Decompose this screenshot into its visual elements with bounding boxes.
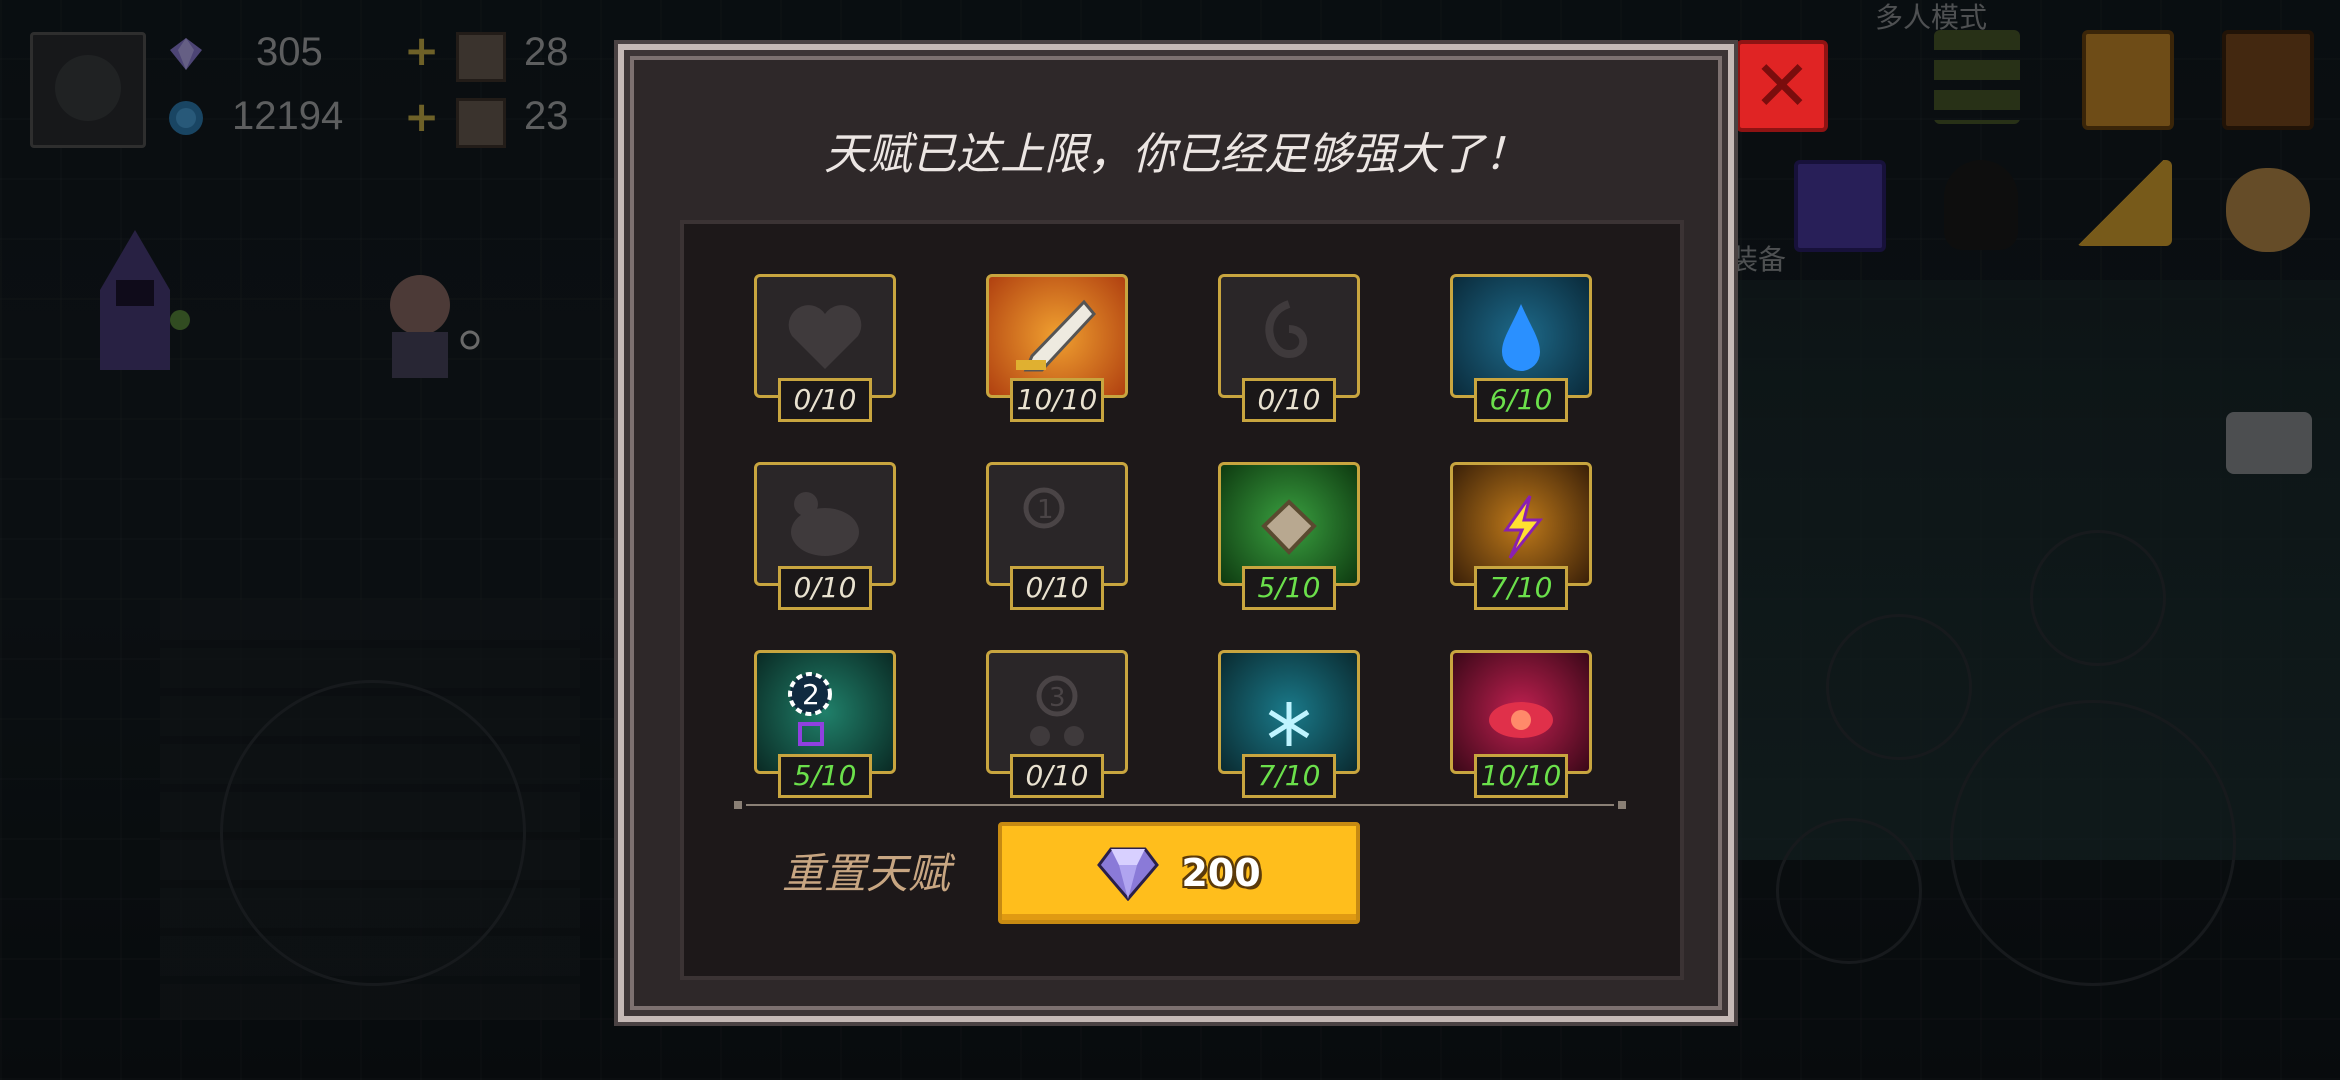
talent-tile[interactable]: 3 0/10 — [986, 650, 1128, 798]
talent-tile[interactable]: 10/10 — [1450, 650, 1592, 798]
talent-level: 0/10 — [1010, 566, 1104, 610]
talent-level: 7/10 — [1474, 566, 1568, 610]
talent-tile[interactable]: 7/10 — [1450, 462, 1592, 610]
talent-level: 0/10 — [778, 566, 872, 610]
talent-dialog: 天赋已达上限，你已经足够强大了！ 0/10 10/10 0/10 6/10 0/10 1 0… — [618, 44, 1734, 1022]
talent-panel: 0/10 10/10 0/10 6/10 0/10 1 0/10 5/10 7/10 2 5/10 3… — [680, 220, 1684, 980]
talent-tile[interactable]: 2 5/10 — [754, 650, 896, 798]
dialog-title: 天赋已达上限，你已经足够强大了！ — [824, 129, 1528, 180]
talent-tile[interactable]: 0/10 — [754, 462, 896, 610]
talent-level: 0/10 — [1242, 378, 1336, 422]
reset-label: 重置天赋 — [782, 849, 951, 898]
talent-level: 0/10 — [778, 378, 872, 422]
talent-level: 10/10 — [1010, 378, 1104, 422]
talent-level: 7/10 — [1242, 754, 1336, 798]
talent-tile[interactable]: 0/10 — [754, 274, 896, 422]
svg-text:3: 3 — [1049, 683, 1066, 713]
reset-cost: 200 — [1181, 851, 1261, 895]
talent-tile[interactable]: 1 0/10 — [986, 462, 1128, 610]
talent-level: 5/10 — [1242, 566, 1336, 610]
reset-talent-button[interactable]: 200 — [998, 822, 1360, 924]
talent-tile[interactable]: 6/10 — [1450, 274, 1592, 422]
close-button[interactable]: ✕ — [1736, 40, 1828, 132]
diamond-icon — [1097, 847, 1160, 901]
talent-tile[interactable]: 7/10 — [1218, 650, 1360, 798]
talent-level: 5/10 — [778, 754, 872, 798]
svg-text:1: 1 — [1037, 495, 1054, 525]
svg-text:2: 2 — [802, 678, 820, 711]
talent-level: 10/10 — [1474, 754, 1568, 798]
talent-tile[interactable]: 5/10 — [1218, 462, 1360, 610]
divider — [734, 801, 1626, 809]
talent-tile[interactable]: 0/10 — [1218, 274, 1360, 422]
talent-level: 0/10 — [1010, 754, 1104, 798]
talent-tile[interactable]: 10/10 — [986, 274, 1128, 422]
close-icon: ✕ — [1752, 45, 1812, 127]
talent-level: 6/10 — [1474, 378, 1568, 422]
